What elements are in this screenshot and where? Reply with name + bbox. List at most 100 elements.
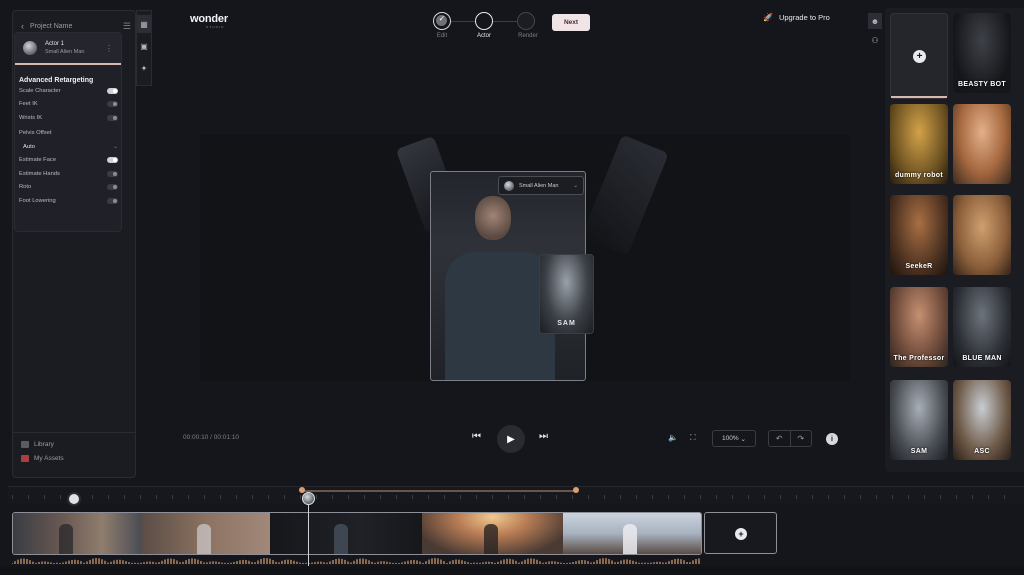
- fit-screen-icon[interactable]: ⛶: [690, 433, 696, 443]
- option-row[interactable]: Scale Character: [15, 84, 121, 98]
- step-label-edit: Edit: [436, 33, 448, 39]
- toggle-switch[interactable]: [107, 197, 118, 204]
- option-row[interactable]: Feet IK: [15, 98, 121, 112]
- ruler-tick: [972, 495, 973, 499]
- character-preview-text: SAM: [557, 320, 576, 327]
- step-render[interactable]: [517, 12, 535, 30]
- option-row[interactable]: Foot Lowering: [15, 194, 121, 208]
- ruler-tick: [300, 495, 301, 499]
- character-card[interactable]: SAM: [890, 380, 948, 460]
- pelvis-offset-select[interactable]: Auto ⌄: [15, 140, 121, 154]
- info-icon[interactable]: i: [826, 433, 838, 445]
- library-nav: Library My Assets: [21, 437, 64, 465]
- clip-thumbnail[interactable]: [270, 513, 422, 554]
- skip-forward-icon[interactable]: ⏭: [539, 431, 548, 442]
- my-assets-link[interactable]: My Assets: [21, 451, 64, 465]
- right-tool-column: ☻ ⚇: [868, 10, 884, 56]
- ruler-tick: [524, 495, 525, 499]
- chevron-left-icon[interactable]: ‹: [21, 21, 24, 31]
- clip-thumbnail[interactable]: [563, 513, 701, 554]
- volume-icon[interactable]: 🔈: [668, 433, 678, 442]
- actor-dropdown[interactable]: Small Alien Man ⌄: [498, 176, 584, 195]
- chevron-down-icon: ⌄: [573, 182, 578, 189]
- ruler-tick: [284, 495, 285, 499]
- ruler-tick: [508, 495, 509, 499]
- play-button[interactable]: ▶: [497, 425, 525, 453]
- toggle-switch[interactable]: [107, 184, 118, 191]
- zoom-select[interactable]: 100% ⌄: [712, 430, 756, 447]
- next-button[interactable]: Next: [552, 14, 590, 31]
- trim-end-handle[interactable]: [573, 487, 579, 493]
- ruler-tick: [252, 495, 253, 499]
- ruler-tick: [940, 495, 941, 499]
- waveform-path: [12, 558, 700, 564]
- toggle-switch[interactable]: [107, 157, 118, 164]
- toggle-switch[interactable]: [107, 114, 118, 121]
- person-icon[interactable]: ☻: [868, 13, 882, 29]
- character-card[interactable]: The Professor: [890, 287, 948, 367]
- toggle-switch[interactable]: [107, 170, 118, 177]
- option-row[interactable]: Estimate Hands: [15, 167, 121, 181]
- scene-tool-icon[interactable]: ▣: [137, 37, 151, 55]
- library-link[interactable]: Library: [21, 437, 64, 451]
- chevron-down-icon: ⌄: [112, 144, 118, 151]
- magic-wand-icon[interactable]: ✦: [137, 59, 151, 77]
- time-readout: 00:00:10 / 00:01:10: [183, 434, 239, 441]
- clip-thumbnail[interactable]: [140, 513, 271, 554]
- ruler-tick: [332, 495, 333, 499]
- add-clip-button[interactable]: +: [704, 512, 777, 554]
- character-name: SeekeR: [905, 263, 933, 270]
- option-label: Roto: [19, 184, 32, 191]
- trim-range[interactable]: [302, 490, 577, 492]
- timeline-ruler[interactable]: [8, 486, 1024, 504]
- step-actor[interactable]: [475, 12, 493, 30]
- logo: wonder: [190, 13, 228, 25]
- redo-icon[interactable]: ↷: [789, 431, 812, 446]
- undo-icon[interactable]: ↶: [769, 431, 790, 446]
- project-name-row[interactable]: ‹ Project Name ☰: [21, 19, 131, 33]
- character-card[interactable]: SeekeR: [890, 195, 948, 275]
- toggle-switch[interactable]: [107, 87, 118, 94]
- ruler-tick: [876, 495, 877, 499]
- character-card[interactable]: BEASTY BOT: [953, 13, 1011, 93]
- skip-back-icon[interactable]: ⏮: [472, 431, 481, 442]
- project-name[interactable]: Project Name: [30, 23, 72, 30]
- shapes-icon[interactable]: ⚇: [868, 32, 882, 48]
- ruler-tick: [796, 495, 797, 499]
- clip-thumbnail[interactable]: [13, 513, 141, 554]
- character-card[interactable]: dummy robot: [890, 104, 948, 184]
- character-card[interactable]: ASC: [953, 380, 1011, 460]
- clip-strip[interactable]: [12, 512, 702, 555]
- actor-header[interactable]: Actor 1 Small Alien Man ⋮: [15, 33, 121, 65]
- character-card[interactable]: [953, 104, 1011, 184]
- ruler-tick: [588, 495, 589, 499]
- menu-icon[interactable]: ☰: [123, 21, 131, 32]
- toggle-switch[interactable]: [107, 101, 118, 108]
- character-card[interactable]: [953, 195, 1011, 275]
- upgrade-label: Upgrade to Pro: [778, 13, 830, 22]
- ruler-tick: [604, 495, 605, 499]
- upgrade-button[interactable]: 🚀 Upgrade to Pro: [763, 13, 830, 22]
- alien-avatar-icon: [504, 180, 514, 191]
- ruler-tick: [108, 495, 109, 499]
- actor-marker[interactable]: [67, 492, 81, 506]
- add-character-button[interactable]: +: [890, 13, 948, 99]
- ruler-tick: [12, 495, 13, 499]
- ruler-tick: [460, 495, 461, 499]
- ruler-tick: [492, 495, 493, 499]
- ruler-tick: [780, 495, 781, 499]
- option-row[interactable]: Roto: [15, 181, 121, 195]
- ruler-tick: [476, 495, 477, 499]
- character-card[interactable]: BLUE MAN: [953, 287, 1011, 367]
- option-row[interactable]: Wrists IK: [15, 111, 121, 125]
- more-icon[interactable]: ⋮: [105, 44, 113, 53]
- ruler-tick: [828, 495, 829, 499]
- clip-thumbnail[interactable]: [421, 513, 564, 554]
- option-row[interactable]: Estimate Face: [15, 154, 121, 168]
- actor-tool-icon[interactable]: ▦: [137, 15, 151, 33]
- step-edit-check-icon[interactable]: [433, 12, 451, 30]
- ruler-tick: [140, 495, 141, 499]
- playhead-handle[interactable]: [302, 492, 315, 505]
- library-label: Library: [34, 440, 54, 448]
- ruler-tick: [956, 495, 957, 499]
